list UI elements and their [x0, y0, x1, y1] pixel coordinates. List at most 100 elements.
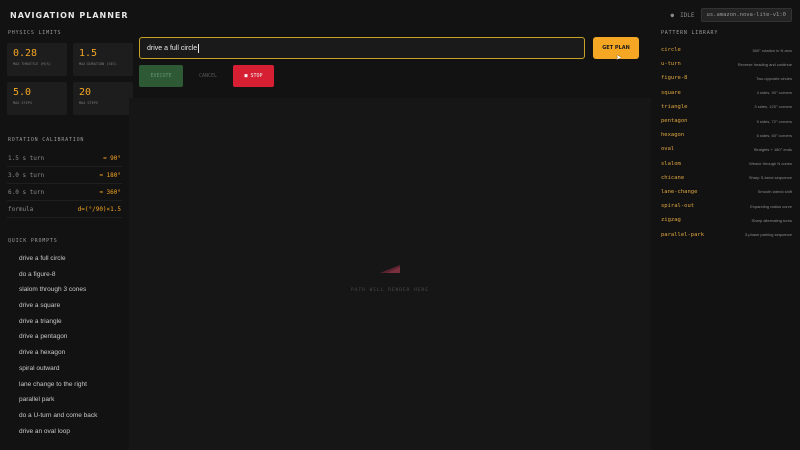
- path-canvas[interactable]: PATH WILL RENDER HERE: [129, 98, 651, 450]
- pattern-description: Sharp S-bend sequence: [748, 175, 792, 181]
- limit-label: MAX THROTTLE (M/S): [13, 62, 51, 66]
- physics-limits-title: PHYSICS LIMITS: [8, 30, 62, 36]
- calibration-row: formula d=(°/90)×1.5: [7, 201, 122, 218]
- pattern-description: Straights + 180° ends: [753, 146, 792, 152]
- pattern-description: 360° rotation in N arcs: [752, 47, 792, 53]
- pattern-name: circle: [661, 47, 681, 54]
- pattern-description: Expanding radius curve: [750, 203, 792, 209]
- quick-prompt-item[interactable]: drive a full circle: [7, 251, 122, 267]
- execute-button[interactable]: EXECUTE: [139, 65, 183, 87]
- calibration-row: 1.5 s turn ≈ 90°: [7, 150, 122, 167]
- pattern-description: Two opposite circles: [755, 75, 792, 81]
- pattern-name: hexagon: [661, 132, 685, 139]
- calibration-row: 3.0 s turn ≈ 180°: [7, 167, 122, 184]
- quick-prompt-item[interactable]: drive a triangle: [7, 314, 122, 330]
- pattern-library-title: PATTERN LIBRARY: [661, 30, 719, 36]
- pattern-name: triangle: [661, 103, 688, 110]
- limit-label: MAX DURATION (SEC): [79, 62, 117, 66]
- limit-value: 1.5: [79, 48, 98, 59]
- quick-prompt-item[interactable]: drive a square: [7, 298, 122, 314]
- robot-heading-icon: [380, 265, 400, 273]
- calibration-title: ROTATION CALIBRATION: [8, 137, 85, 143]
- quick-prompt-item[interactable]: slalom through 3 cones: [7, 282, 122, 298]
- quick-prompt-item[interactable]: drive a hexagon: [7, 345, 122, 361]
- calibration-value: ≈ 90°: [102, 154, 121, 162]
- pattern-item[interactable]: lane-change Smooth lateral shift: [661, 185, 792, 199]
- quick-prompt-item[interactable]: drive an oval loop: [7, 424, 122, 440]
- pattern-description: Sharp alternating turns: [751, 217, 792, 223]
- pattern-item[interactable]: spiral-out Expanding radius curve: [661, 199, 792, 213]
- planner-main: drive a full circle GET PLAN ➤ EXECUTE C…: [129, 30, 651, 450]
- pattern-item[interactable]: figure-8 Two opposite circles: [661, 71, 792, 85]
- pattern-list: circle 360° rotation in N arcs u-turn Rever…: [661, 43, 792, 242]
- right-sidebar: PATTERN LIBRARY circle 360° rotation in N…: [651, 30, 800, 450]
- top-right-status: ● IDLE us.amazon.nova-lite-v1:0: [670, 8, 792, 22]
- status-text: IDLE: [680, 11, 695, 19]
- limit-label: MAX STEPS: [13, 101, 32, 105]
- cancel-button[interactable]: CANCEL: [186, 65, 230, 87]
- pattern-item[interactable]: triangle 3 sides, 120° corners: [661, 100, 792, 114]
- limit-value: 20: [79, 87, 92, 98]
- quick-prompt-item[interactable]: do a figure-8: [7, 267, 122, 283]
- pattern-item[interactable]: parallel-park 3-phase parking sequence: [661, 227, 792, 241]
- pattern-item[interactable]: circle 360° rotation in N arcs: [661, 43, 792, 57]
- mouse-pointer-icon: ➤: [616, 53, 623, 64]
- calibration-value: ≈ 360°: [99, 188, 121, 196]
- pattern-description: Reverse heading and continue: [737, 61, 792, 67]
- limit-card: 5.0 MAX STEPS: [7, 82, 67, 115]
- calibration-row: 6.0 s turn ≈ 360°: [7, 184, 122, 201]
- quick-prompt-item[interactable]: parallel park: [7, 392, 122, 408]
- pattern-name: u-turn: [661, 61, 681, 68]
- limit-card: 0.28 MAX THROTTLE (M/S): [7, 43, 67, 76]
- pattern-name: pentagon: [661, 118, 688, 125]
- canvas-status-text: PATH WILL RENDER HERE: [351, 288, 429, 293]
- pattern-item[interactable]: zigzag Sharp alternating turns: [661, 213, 792, 227]
- calibration-value: d=(°/90)×1.5: [77, 205, 121, 213]
- plan-prompt-input[interactable]: drive a full circle: [139, 37, 585, 59]
- pattern-description: 6 sides, 60° corners: [756, 132, 792, 138]
- pattern-name: chicane: [661, 174, 685, 181]
- pattern-item[interactable]: u-turn Reverse heading and continue: [661, 57, 792, 71]
- quick-prompt-item[interactable]: spiral outward: [7, 361, 122, 377]
- status-dot-icon: ●: [670, 11, 675, 19]
- quick-prompt-item[interactable]: do a U-turn and come back: [7, 408, 122, 424]
- limit-card: 1.5 MAX DURATION (SEC): [73, 43, 133, 76]
- pattern-item[interactable]: hexagon 6 sides, 60° corners: [661, 128, 792, 142]
- left-sidebar: PHYSICS LIMITS 0.28 MAX THROTTLE (M/S) 1…: [0, 30, 133, 450]
- model-badge[interactable]: us.amazon.nova-lite-v1:0: [700, 8, 792, 22]
- calibration-key: 3.0 s turn: [8, 171, 45, 179]
- top-bar: NAVIGATION PLANNER ● IDLE us.amazon.nova…: [0, 0, 800, 30]
- quick-prompt-item[interactable]: drive a pentagon: [7, 329, 122, 345]
- pattern-item[interactable]: slalom Weave through N cones: [661, 157, 792, 171]
- pattern-description: 3-phase parking sequence: [744, 232, 792, 238]
- pattern-name: oval: [661, 146, 675, 153]
- limit-value: 5.0: [13, 87, 32, 98]
- pattern-name: figure-8: [661, 75, 688, 82]
- pattern-item[interactable]: chicane Sharp S-bend sequence: [661, 171, 792, 185]
- stop-button[interactable]: ■ STOP: [233, 65, 274, 87]
- rotation-calibration: ROTATION CALIBRATION 1.5 s turn ≈ 90° 3.…: [7, 137, 122, 218]
- pattern-name: square: [661, 89, 681, 96]
- pattern-description: 3 sides, 120° corners: [754, 104, 792, 110]
- quick-prompts-title: QUICK PROMPTS: [8, 238, 58, 244]
- limit-label: MAX STEPS: [79, 101, 98, 105]
- pattern-item[interactable]: oval Straights + 180° ends: [661, 142, 792, 156]
- pattern-description: Weave through N cones: [749, 161, 792, 167]
- pattern-item[interactable]: square 4 sides, 90° corners: [661, 86, 792, 100]
- quick-prompt-item[interactable]: lane change to the right: [7, 377, 122, 393]
- pattern-description: 5 sides, 72° corners: [756, 118, 792, 124]
- limit-card: 20 MAX STEPS: [73, 82, 133, 115]
- pattern-description: Smooth lateral shift: [757, 189, 792, 195]
- pattern-name: slalom: [661, 160, 681, 167]
- calibration-key: 6.0 s turn: [8, 188, 45, 196]
- physics-limits-grid: 0.28 MAX THROTTLE (M/S) 1.5 MAX DURATION…: [7, 43, 133, 115]
- app-title: NAVIGATION PLANNER: [10, 10, 129, 20]
- quick-prompts: QUICK PROMPTS drive a full circle do a f…: [7, 238, 122, 439]
- text-caret: [198, 43, 200, 53]
- calibration-value: ≈ 180°: [99, 171, 121, 179]
- pattern-name: spiral-out: [661, 203, 695, 210]
- pattern-description: 4 sides, 90° corners: [756, 90, 792, 96]
- pattern-item[interactable]: pentagon 5 sides, 72° corners: [661, 114, 792, 128]
- pattern-name: lane-change: [661, 188, 698, 195]
- plan-prompt-value: drive a full circle: [147, 44, 198, 52]
